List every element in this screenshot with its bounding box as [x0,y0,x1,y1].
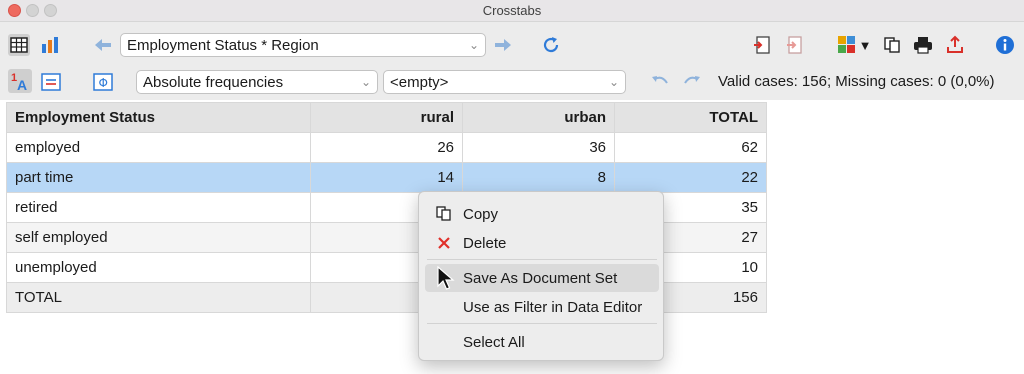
table-row[interactable]: employed 26 36 62 [6,132,767,163]
phi-icon: Φ [93,73,113,91]
case-count-status: Valid cases: 156; Missing cases: 0 (0,0%… [718,73,995,90]
column-header[interactable]: rural [310,102,463,133]
table-header-row: Employment Status rural urban TOTAL [6,102,767,133]
chevron-down-icon: ⌄ [360,75,371,89]
row-label: TOTAL [6,282,311,313]
column-header[interactable]: urban [462,102,615,133]
export-icon [787,36,802,54]
column-header[interactable]: Employment Status [6,102,311,133]
copy-icon [431,206,457,222]
svg-text:A: A [17,77,27,92]
phi-statistics-button[interactable]: Φ [92,71,114,93]
menu-item-label: Select All [463,333,525,351]
title-bar: Crosstabs [0,0,1024,22]
column-header[interactable]: TOTAL [614,102,767,133]
frequency-mode-value: Absolute frequencies [143,73,284,91]
table-icon [10,37,28,53]
arrow-left-icon [95,39,111,51]
forward-button[interactable] [492,36,514,54]
delete-x-icon [431,236,457,250]
import-icon [754,36,770,54]
filter-value: <empty> [390,73,449,91]
print-button[interactable] [912,34,934,56]
table-cell[interactable]: 8 [462,162,615,193]
row-label: unemployed [6,252,311,283]
table-row-selected[interactable]: part time 14 8 22 [6,162,767,193]
arrow-right-icon [495,39,511,51]
chevron-down-icon: ▼ [858,37,872,53]
share-button[interactable] [944,34,966,56]
undo-icon [652,76,668,84]
menu-item-label: Copy [463,205,499,223]
filter-select[interactable]: <empty> ⌄ [383,70,626,94]
back-button[interactable] [92,36,114,54]
print-icon [914,37,932,54]
redo-icon [684,76,700,84]
info-icon [996,36,1014,54]
refresh-button[interactable] [540,34,562,56]
export-button[interactable] [784,34,804,56]
table-cell[interactable]: 62 [614,132,767,163]
menu-item-label: Delete [463,234,507,252]
chevron-down-icon: ⌄ [468,38,479,52]
row-label: employed [6,132,311,163]
sort-icon: 1 A [11,72,27,92]
layout-button[interactable] [40,71,62,93]
copy-icon [884,37,900,53]
puzzle-icon [837,36,855,53]
table-cell[interactable]: 14 [310,162,463,193]
window-title: Crosstabs [482,3,542,18]
menu-item-select-all[interactable]: Select All [425,328,659,356]
refresh-icon [543,37,559,53]
chevron-down-icon: ⌄ [608,75,619,89]
frequency-mode-select[interactable]: Absolute frequencies ⌄ [136,70,378,94]
copy-button[interactable] [882,34,902,56]
import-button[interactable] [752,34,772,56]
crosstab-select-value: Employment Status * Region [127,36,319,54]
table-cell[interactable]: 36 [462,132,615,163]
chart-view-button[interactable] [40,34,62,56]
crosstab-select[interactable]: Employment Status * Region ⌄ [120,33,486,57]
table-view-button[interactable] [8,34,30,56]
info-button[interactable] [994,34,1016,56]
row-label: retired [6,192,311,223]
menu-item-label: Save As Document Set [463,269,618,287]
menu-item-save-as-document-set[interactable]: Save As Document Set [425,264,659,292]
table-cell[interactable]: 26 [310,132,463,163]
puzzle-dropdown-button[interactable]: ▼ [836,34,872,56]
undo-button[interactable] [650,72,670,90]
menu-item-use-as-filter[interactable]: Use as Filter in Data Editor [425,293,659,321]
row-label: self employed [6,222,311,253]
mouse-cursor-icon [437,265,455,296]
menu-separator [427,259,657,260]
menu-separator [427,323,657,324]
row-label: part time [6,162,311,193]
menu-item-delete[interactable]: Delete [425,229,659,257]
bar-chart-icon [42,37,58,53]
toolbar: Employment Status * Region ⌄ ▼ 1 A Φ Abs… [0,22,1024,100]
menu-item-label: Use as Filter in Data Editor [463,298,643,316]
layout-icon [41,73,61,91]
redo-button[interactable] [682,72,702,90]
table-cell[interactable]: 22 [614,162,767,193]
share-icon [947,35,963,53]
svg-text:Φ: Φ [99,76,108,90]
menu-item-copy[interactable]: Copy [425,200,659,228]
sort-button[interactable]: 1 A [8,69,32,93]
